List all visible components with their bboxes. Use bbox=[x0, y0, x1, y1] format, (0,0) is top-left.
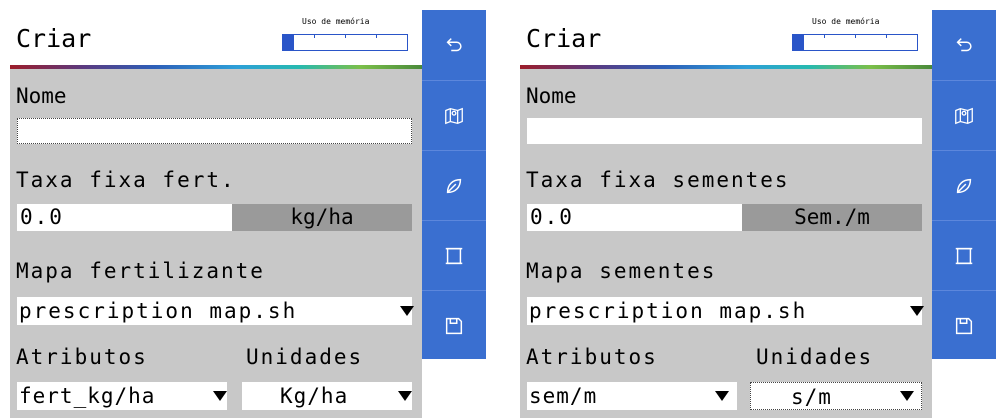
chevron-down-icon bbox=[400, 306, 414, 316]
product-button[interactable] bbox=[422, 150, 486, 220]
rate-unit-button[interactable]: Sem./m bbox=[742, 204, 922, 231]
save-button[interactable] bbox=[932, 290, 996, 360]
action-sidebar bbox=[422, 10, 486, 359]
map-select-value: prescription map.sh bbox=[529, 299, 808, 323]
memory-usage-label: Uso de memória bbox=[812, 17, 880, 26]
attributes-label: Atributos bbox=[526, 345, 658, 369]
map-button[interactable] bbox=[932, 80, 996, 150]
create-panel-fertilizer: Criar Uso de memória Nome Taxa fixa fert… bbox=[10, 10, 422, 418]
leaf-icon bbox=[956, 178, 972, 193]
back-button[interactable] bbox=[932, 10, 996, 79]
name-label: Nome bbox=[526, 84, 577, 108]
units-select[interactable]: s/m bbox=[750, 382, 922, 410]
product-button[interactable] bbox=[932, 150, 996, 220]
chevron-down-icon bbox=[715, 391, 729, 401]
save-icon bbox=[445, 317, 463, 334]
units-label: Unidades bbox=[756, 345, 874, 369]
attributes-select[interactable]: sem/m bbox=[527, 382, 737, 410]
map-select[interactable]: prescription map.sh bbox=[17, 297, 412, 325]
action-sidebar bbox=[932, 10, 996, 359]
boundary-button[interactable] bbox=[932, 220, 996, 290]
map-button[interactable] bbox=[422, 80, 486, 150]
memory-usage-bar bbox=[792, 34, 918, 51]
memory-usage-fill bbox=[283, 35, 295, 50]
save-icon bbox=[955, 317, 973, 334]
color-stripe bbox=[520, 65, 932, 69]
attributes-label: Atributos bbox=[16, 345, 148, 369]
rate-value-field[interactable]: 0.0 bbox=[527, 204, 742, 231]
map-label: Mapa sementes bbox=[526, 259, 717, 283]
units-select-value: Kg/ha bbox=[280, 384, 349, 408]
save-button[interactable] bbox=[422, 290, 486, 360]
boundary-button[interactable] bbox=[422, 220, 486, 290]
panel-header: Criar Uso de memória bbox=[520, 10, 932, 65]
map-select[interactable]: prescription map.sh bbox=[527, 297, 922, 325]
name-field[interactable] bbox=[17, 118, 412, 144]
memory-usage-fill bbox=[793, 35, 805, 50]
map-icon bbox=[445, 107, 463, 124]
attributes-select-value: fert_kg/ha bbox=[19, 384, 156, 408]
chevron-down-icon bbox=[213, 391, 227, 401]
rate-label: Taxa fixa sementes bbox=[526, 168, 790, 192]
units-select[interactable]: Kg/ha bbox=[242, 382, 412, 410]
boundary-icon bbox=[445, 247, 463, 264]
map-label: Mapa fertilizante bbox=[16, 259, 265, 283]
panel-header: Criar Uso de memória bbox=[10, 10, 422, 65]
create-panel-seeds: Criar Uso de memória Nome Taxa fixa seme… bbox=[520, 10, 932, 418]
rate-value-field[interactable]: 0.0 bbox=[17, 204, 232, 231]
boundary-icon bbox=[955, 247, 973, 264]
attributes-select-value: sem/m bbox=[529, 384, 598, 408]
chevron-down-icon bbox=[398, 391, 412, 401]
color-stripe bbox=[10, 65, 422, 69]
back-button[interactable] bbox=[422, 10, 486, 79]
units-label: Unidades bbox=[246, 345, 364, 369]
back-icon bbox=[956, 37, 972, 51]
attributes-select[interactable]: fert_kg/ha bbox=[17, 382, 227, 410]
rate-unit-button[interactable]: kg/ha bbox=[232, 204, 412, 231]
page-title: Criar bbox=[526, 24, 602, 53]
memory-usage-bar bbox=[282, 34, 408, 51]
chevron-down-icon bbox=[910, 306, 924, 316]
name-label: Nome bbox=[16, 84, 67, 108]
map-icon bbox=[955, 107, 973, 124]
memory-usage-label: Uso de memória bbox=[302, 17, 370, 26]
units-select-value: s/m bbox=[791, 385, 832, 409]
map-select-value: prescription map.sh bbox=[19, 299, 298, 323]
page-title: Criar bbox=[16, 24, 92, 53]
chevron-down-icon bbox=[900, 391, 914, 401]
name-field[interactable] bbox=[527, 118, 922, 144]
leaf-icon bbox=[446, 178, 462, 193]
back-icon bbox=[446, 37, 462, 51]
rate-label: Taxa fixa fert. bbox=[16, 168, 236, 192]
